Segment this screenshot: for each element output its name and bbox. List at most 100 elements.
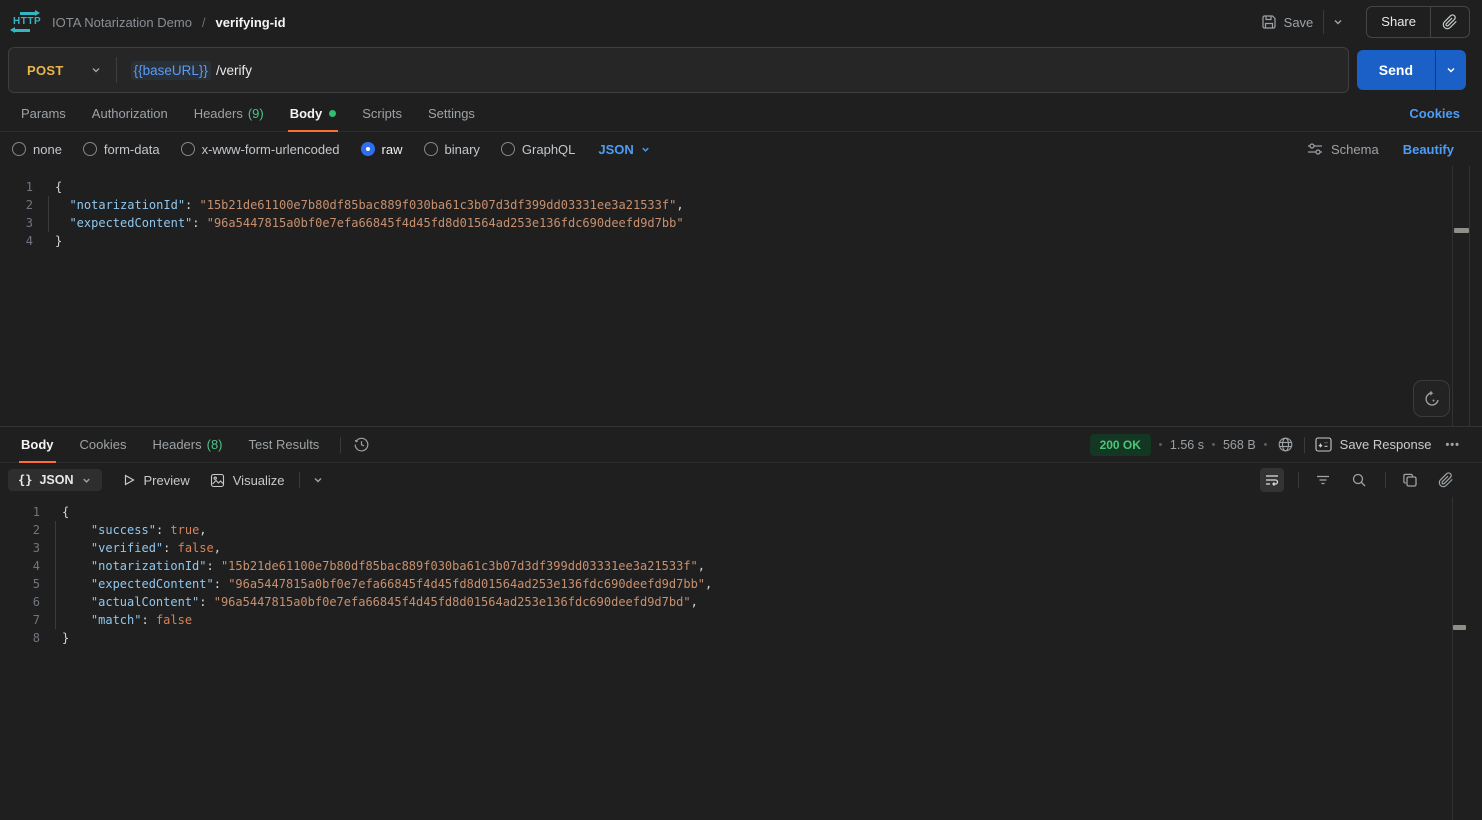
response-meta: 200 OK 1.56 s 568 B (1090, 434, 1474, 456)
link-icon[interactable] (1434, 468, 1458, 492)
search-icon[interactable] (1347, 468, 1371, 492)
response-body-editor[interactable]: 1{2 "success": true,3 "verified": false,… (0, 497, 1482, 820)
response-tab-test-results[interactable]: Test Results (236, 427, 333, 463)
code-line[interactable]: 1{ (0, 503, 1482, 521)
tab-params[interactable]: Params (8, 96, 79, 132)
raw-language-dropdown[interactable]: JSON (598, 142, 650, 157)
code-line[interactable]: 7 "match": false (0, 611, 1482, 629)
copy-icon[interactable] (1398, 468, 1422, 492)
method-dropdown[interactable]: POST (9, 63, 116, 78)
line-number: 2 (0, 198, 33, 212)
body-mode-radio-GraphQL[interactable]: GraphQL (501, 142, 575, 157)
dot-separator (1212, 443, 1215, 446)
tab-settings[interactable]: Settings (415, 96, 488, 132)
tab-body[interactable]: Body (277, 96, 350, 132)
more-actions-button[interactable]: ••• (1445, 439, 1460, 451)
response-tab-cookies[interactable]: Cookies (67, 427, 140, 463)
visualize-button[interactable]: Visualize (210, 473, 285, 488)
body-mode-radio-none[interactable]: none (12, 142, 62, 157)
tab-authorization[interactable]: Authorization (79, 96, 181, 132)
network-info-button[interactable] (1277, 436, 1294, 453)
request-body-editor[interactable]: 1{2 "notarizationId": "15b21de61100e7b80… (0, 166, 1482, 427)
send-button[interactable]: Send (1357, 50, 1435, 90)
radio-circle-icon (361, 142, 375, 156)
breadcrumb-request-name[interactable]: verifying-id (216, 15, 286, 30)
radio-label: x-www-form-urlencoded (202, 142, 340, 157)
body-mode-radio-raw[interactable]: raw (361, 142, 403, 157)
dot-separator (1159, 443, 1162, 446)
editor-scroll-gutter (1469, 166, 1470, 426)
code-line[interactable]: 5 "expectedContent": "96a5447815a0bf0e7e… (0, 575, 1482, 593)
code-line[interactable]: 1{ (0, 178, 1482, 196)
divider (1304, 437, 1305, 453)
status-badge[interactable]: 200 OK (1090, 434, 1151, 456)
code-content: { (62, 505, 69, 519)
top-bar-actions: Save Share (1251, 6, 1470, 38)
code-content: "expectedContent": "96a5447815a0bf0e7efa… (62, 577, 712, 591)
breadcrumb-collection[interactable]: IOTA Notarization Demo (52, 15, 192, 30)
code-content: "expectedContent": "96a5447815a0bf0e7efa… (55, 216, 684, 230)
radio-circle-icon (83, 142, 97, 156)
save-options-chevron[interactable] (1323, 10, 1352, 34)
divider (340, 437, 341, 453)
editor-scroll-gutter (1452, 166, 1453, 426)
wrap-text-toggle[interactable] (1260, 468, 1284, 492)
share-button-group: Share (1366, 6, 1470, 38)
scrollbar-thumb[interactable] (1453, 625, 1466, 630)
request-url-row: POST {{baseURL}} /verify Send (0, 44, 1482, 96)
preview-button[interactable]: Preview (122, 473, 190, 488)
tab-scripts[interactable]: Scripts (349, 96, 415, 132)
schema-button[interactable]: Schema (1307, 141, 1379, 157)
beautify-button[interactable]: Beautify (1403, 142, 1454, 157)
divider (299, 472, 300, 488)
radio-label: form-data (104, 142, 160, 157)
code-line[interactable]: 3 "verified": false, (0, 539, 1482, 557)
line-number: 2 (0, 523, 40, 537)
response-history-button[interactable] (349, 432, 374, 457)
line-number: 8 (0, 631, 40, 645)
response-size[interactable]: 568 B (1223, 438, 1256, 452)
body-mode-radio-form-data[interactable]: form-data (83, 142, 160, 157)
more-views-chevron[interactable] (312, 474, 324, 486)
code-content: } (55, 234, 62, 248)
code-line[interactable]: 4} (0, 232, 1482, 250)
body-mode-radio-binary[interactable]: binary (424, 142, 480, 157)
code-line[interactable]: 2 "notarizationId": "15b21de61100e7b80df… (0, 196, 1482, 214)
code-line[interactable]: 8} (0, 629, 1482, 647)
code-line[interactable]: 3 "expectedContent": "96a5447815a0bf0e7e… (0, 214, 1482, 232)
cookies-link[interactable]: Cookies (1409, 106, 1474, 121)
postbot-button[interactable] (1413, 380, 1450, 417)
chevron-down-icon (90, 64, 102, 76)
body-mode-radios: none form-data x-www-form-urlencoded raw bin… (12, 142, 596, 157)
response-format-dropdown[interactable]: {} JSON (8, 469, 102, 491)
code-content: "success": true, (62, 523, 207, 537)
body-mode-options: none form-data x-www-form-urlencoded raw bin… (0, 132, 1482, 166)
url-input[interactable]: {{baseURL}} /verify (131, 61, 252, 80)
copy-link-button[interactable] (1431, 7, 1469, 37)
body-mode-radio-x-www-form-urlencoded[interactable]: x-www-form-urlencoded (181, 142, 340, 157)
code-line[interactable]: 6 "actualContent": "96a5447815a0bf0e7efa… (0, 593, 1482, 611)
body-options-right: Schema Beautify (1307, 141, 1470, 157)
scrollbar-thumb[interactable] (1454, 228, 1469, 233)
code-content: "actualContent": "96a5447815a0bf0e7efa66… (62, 595, 698, 609)
code-line[interactable]: 4 "notarizationId": "15b21de61100e7b80df… (0, 557, 1482, 575)
response-time[interactable]: 1.56 s (1170, 438, 1204, 452)
filter-icon[interactable] (1311, 468, 1335, 492)
save-button[interactable]: Save (1251, 8, 1324, 36)
sliders-icon (1307, 141, 1323, 157)
share-button[interactable]: Share (1367, 7, 1430, 37)
editor-scroll-gutter (1452, 497, 1453, 820)
send-options-chevron[interactable] (1435, 50, 1466, 90)
tab-headers[interactable]: Headers (9) (181, 96, 277, 132)
radio-label: raw (382, 142, 403, 157)
request-url-box: POST {{baseURL}} /verify (8, 47, 1349, 93)
clock-history-icon (353, 436, 370, 453)
response-tab-headers[interactable]: Headers (8) (139, 427, 235, 463)
code-line[interactable]: 2 "success": true, (0, 521, 1482, 539)
floppy-save-icon (1261, 14, 1277, 30)
breadcrumb: HTTP IOTA Notarization Demo / verifying-… (12, 11, 286, 33)
response-tab-body[interactable]: Body (8, 427, 67, 463)
code-content: "match": false (62, 613, 192, 627)
response-toolbar: {} JSON Preview Visualize (0, 463, 1482, 497)
save-response-button[interactable]: Save Response (1315, 437, 1432, 452)
